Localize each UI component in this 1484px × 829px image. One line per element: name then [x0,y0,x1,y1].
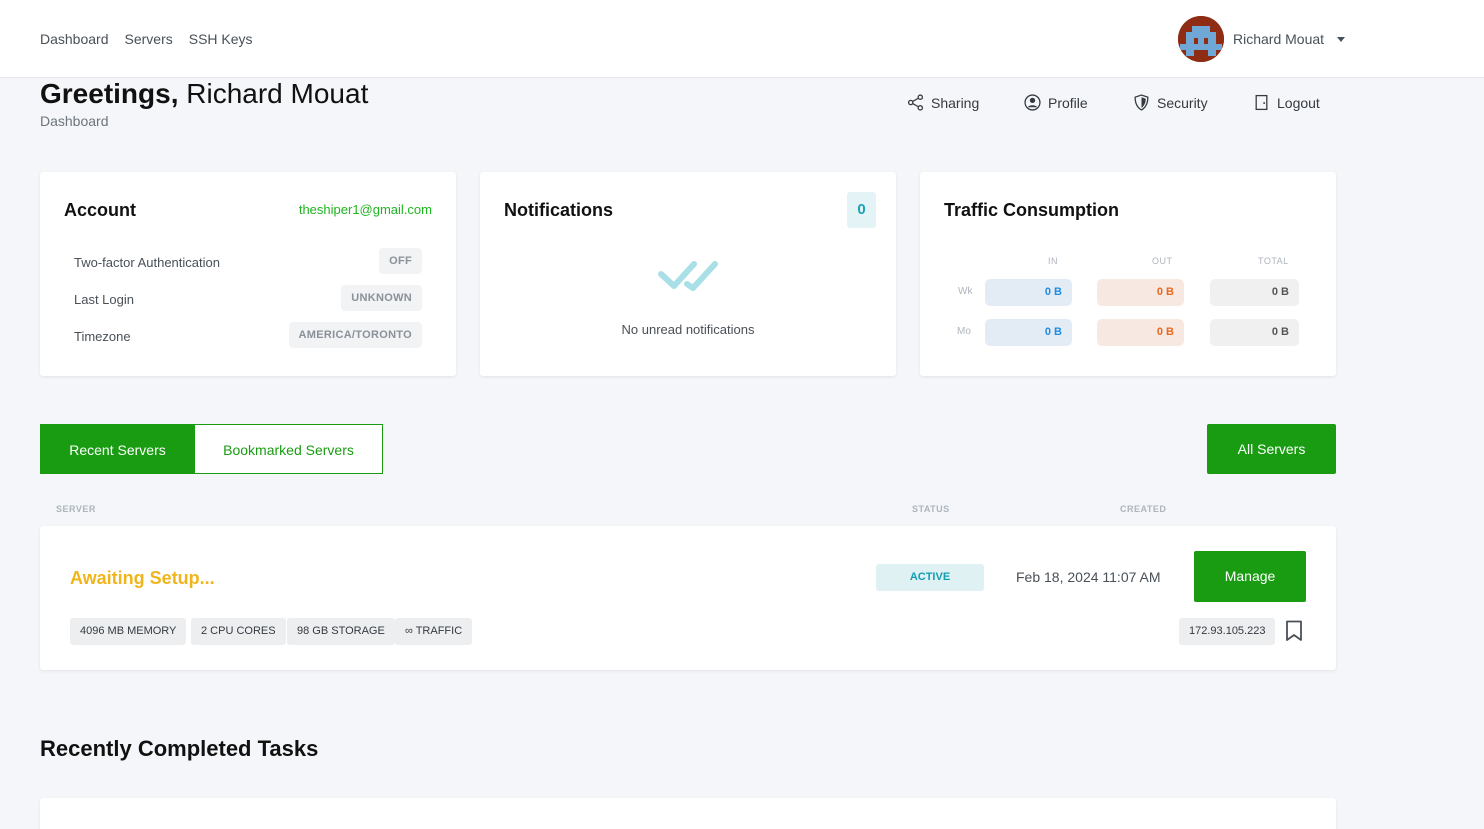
sharing-link[interactable]: Sharing [907,94,979,111]
traffic-header-in: IN [1048,256,1058,266]
last-login-badge: UNKNOWN [341,285,422,311]
column-header-status: STATUS [912,504,950,514]
traffic-header-total: TOTAL [1258,256,1289,266]
profile-label: Profile [1048,94,1088,111]
profile-link[interactable]: Profile [1024,94,1088,111]
tab-recent-servers[interactable]: Recent Servers [40,424,195,474]
all-servers-button[interactable]: All Servers [1207,424,1336,474]
traffic-row-label-month: Mo [957,326,971,337]
shield-icon [1134,94,1149,111]
page-title: Greetings, Richard Mouat [40,78,368,110]
account-title: Account [64,200,136,220]
server-name[interactable]: Awaiting Setup... [70,568,215,589]
server-ip: 172.93.105.223 [1179,618,1276,645]
avatar-pixel-image [1178,16,1224,62]
spec-memory: 4096 MB MEMORY [70,618,187,645]
traffic-week-in: 0 B [985,279,1072,306]
last-login-label: Last Login [74,292,134,307]
top-navbar: Dashboard Servers SSH Keys Richard Mouat [0,0,1484,78]
traffic-month-in: 0 B [985,319,1072,346]
spec-traffic: ∞ TRAFFIC [395,618,473,645]
user-circle-icon [1024,94,1041,111]
share-icon [907,94,924,111]
account-email[interactable]: theshiper1@gmail.com [299,202,432,217]
avatar [1178,16,1224,62]
logout-link[interactable]: Logout [1253,94,1320,111]
traffic-row-label-week: Wk [958,286,973,297]
security-link[interactable]: Security [1133,94,1208,111]
traffic-week-out: 0 B [1097,279,1184,306]
nav-link-ssh-keys[interactable]: SSH Keys [189,31,253,47]
door-icon [1255,94,1268,111]
tasks-section-title: Recently Completed Tasks [40,736,319,761]
traffic-month-out: 0 B [1097,319,1184,346]
column-header-created: CREATED [1120,504,1167,514]
traffic-month-total: 0 B [1210,319,1299,346]
account-card: Account theshiper1@gmail.com Two-factor … [40,172,456,376]
logout-label: Logout [1277,94,1320,111]
column-header-server: SERVER [56,504,96,514]
timezone-badge: AMERICA/TORONTO [288,322,422,348]
user-menu[interactable]: Richard Mouat [1178,16,1346,62]
user-name: Richard Mouat [1233,31,1325,47]
greeting-label: Greetings, [40,78,179,109]
tab-bookmarked-servers[interactable]: Bookmarked Servers [194,424,383,474]
traffic-card: Traffic Consumption IN OUT TOTAL Wk 0 B … [920,172,1336,376]
status-badge: ACTIVE [876,564,984,591]
nav-link-servers[interactable]: Servers [125,31,173,47]
notifications-empty-text: No unread notifications [621,322,755,337]
manage-button[interactable]: Manage [1194,551,1306,602]
two-factor-badge: OFF [379,248,422,274]
tasks-card [40,798,1336,829]
caret-down-icon [1337,36,1346,42]
sharing-label: Sharing [931,94,980,111]
bookmark-icon[interactable] [1285,620,1303,642]
notifications-card: Notifications 0 No unread notifications [480,172,896,376]
breadcrumb: Dashboard [40,113,109,129]
notifications-count-badge: 0 [847,192,876,228]
traffic-title: Traffic Consumption [944,200,1119,220]
double-check-icon [658,261,718,291]
traffic-header-out: OUT [1152,256,1173,266]
two-factor-label: Two-factor Authentication [74,255,220,270]
traffic-week-total: 0 B [1210,279,1299,306]
nav-link-dashboard[interactable]: Dashboard [40,31,109,47]
server-created-date: Feb 18, 2024 11:07 AM [1016,569,1161,585]
main-nav: Dashboard Servers SSH Keys [40,31,253,47]
server-row: Awaiting Setup... ACTIVE Feb 18, 2024 11… [40,526,1336,670]
timezone-label: Timezone [74,329,131,344]
spec-cpu: 2 CPU CORES [191,618,286,645]
spec-storage: 98 GB STORAGE [287,618,395,645]
greeting-name: Richard Mouat [186,78,369,109]
notifications-title: Notifications [504,200,614,220]
security-label: Security [1157,94,1208,111]
